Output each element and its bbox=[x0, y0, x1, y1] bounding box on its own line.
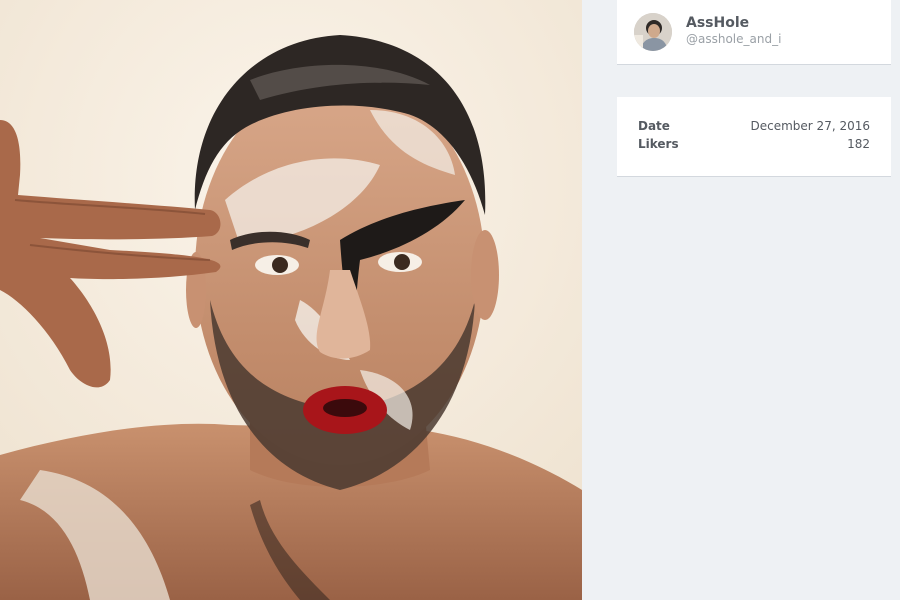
stat-row-date: Date December 27, 2016 bbox=[638, 119, 870, 137]
stat-value: 182 bbox=[847, 137, 870, 151]
stat-value: December 27, 2016 bbox=[750, 119, 870, 133]
profile-card: AssHole @asshole_and_i bbox=[617, 0, 891, 65]
stat-label: Date bbox=[638, 119, 670, 133]
post-stats-card: Date December 27, 2016 Likers 182 bbox=[617, 97, 891, 177]
stat-label: Likers bbox=[638, 137, 679, 151]
post-photo[interactable] bbox=[0, 0, 582, 600]
portrait-image bbox=[0, 0, 582, 600]
avatar-image bbox=[634, 13, 672, 51]
stat-row-likers: Likers 182 bbox=[638, 137, 870, 155]
avatar[interactable] bbox=[634, 13, 672, 51]
profile-handle[interactable]: @asshole_and_i bbox=[686, 32, 781, 46]
post-view: AssHole @asshole_and_i Date December 27,… bbox=[0, 0, 900, 600]
profile-name[interactable]: AssHole bbox=[686, 15, 749, 31]
post-sidebar: AssHole @asshole_and_i Date December 27,… bbox=[582, 0, 900, 600]
